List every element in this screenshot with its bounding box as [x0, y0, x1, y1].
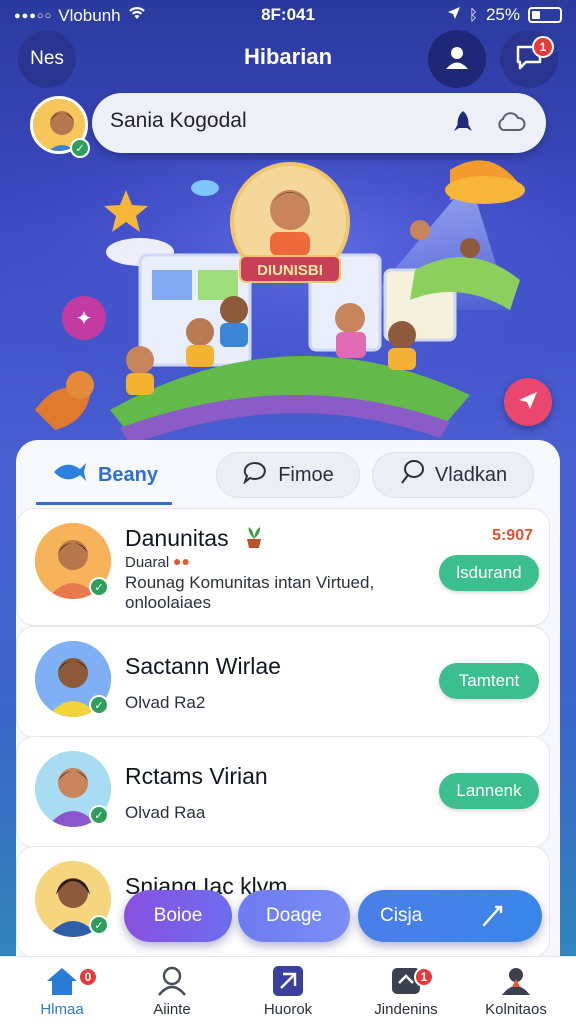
- verified-icon: ✓: [89, 695, 109, 715]
- nav-label: Kolnitaos: [485, 1001, 547, 1018]
- bottom-nav: Hlmaa 0 Aiinte Huorok Jindenins 1 Kolnit…: [0, 956, 576, 1024]
- content-panel: Beany Fimoe Vladkan ✓ Danunitas Duaral ●…: [16, 440, 560, 960]
- speech-bubble-icon: [242, 460, 268, 490]
- user-search-field[interactable]: Sania Kogodal: [92, 93, 546, 153]
- person-icon: [155, 965, 189, 1001]
- list-item[interactable]: ✓ Rctams Virian Olvad Raa Lannenk: [16, 736, 550, 848]
- item-description: Rounag Komunitas intan Virtued,: [125, 573, 375, 592]
- item-title: Danunitas: [125, 525, 229, 551]
- balloon-icon: [399, 459, 425, 491]
- active-tab-indicator: [36, 502, 172, 505]
- plant-icon: [243, 525, 265, 554]
- emoji-icon: ●●: [173, 553, 190, 569]
- nav-badge: 0: [78, 967, 98, 987]
- item-title: Rctams Virian: [125, 763, 268, 789]
- battery-icon: [528, 7, 562, 23]
- list-item[interactable]: ✓ Sactann Wirlae Olvad Ra2 Tamtent: [16, 626, 550, 738]
- action-button[interactable]: Tamtent: [439, 663, 539, 699]
- tab-label: Fimoe: [278, 463, 334, 486]
- verified-icon: ✓: [89, 915, 109, 935]
- boioe-button[interactable]: Boioe: [124, 890, 232, 942]
- nav-label: Huorok: [263, 1001, 313, 1018]
- nav-label: Hlmaa: [40, 1001, 84, 1018]
- home-icon: [44, 965, 80, 1001]
- action-button[interactable]: Lannenk: [439, 773, 539, 809]
- verified-icon: ✓: [70, 138, 90, 158]
- nav-badge: 1: [414, 967, 434, 987]
- page-title: Hibarian: [243, 44, 333, 69]
- item-subtitle: Olvad Ra2: [125, 693, 206, 712]
- nav-notifications[interactable]: Jindenins 1: [356, 965, 456, 1018]
- nav-community[interactable]: Kolnitaos: [466, 965, 566, 1018]
- action-button[interactable]: lsdurand: [439, 555, 539, 591]
- people-icon: [498, 965, 534, 1001]
- star-icon: ✦: [75, 307, 93, 330]
- item-time: 5:907: [492, 527, 533, 544]
- send-fab[interactable]: [504, 378, 552, 426]
- book-icon: [271, 964, 305, 1002]
- cisja-label: Cisja: [380, 905, 423, 926]
- paper-plane-icon: [517, 389, 539, 416]
- nav-label: Jindenins: [374, 1001, 438, 1018]
- tab-label: Beany: [97, 463, 159, 486]
- profile-button[interactable]: [428, 30, 486, 88]
- nav-home[interactable]: Hlmaa 0: [12, 965, 112, 1018]
- nav-label: Aiinte: [153, 1001, 191, 1018]
- search-value: Sania Kogodal: [110, 109, 247, 132]
- battery-percent: 25%: [485, 5, 520, 24]
- cloud-icon[interactable]: [496, 111, 526, 138]
- location-icon: [447, 5, 461, 25]
- tab-label: Vladkan: [434, 463, 508, 486]
- pen-icon: [480, 903, 506, 935]
- tab-fimoe[interactable]: Fimoe: [216, 452, 360, 498]
- hero-star-badge[interactable]: ✦: [62, 296, 106, 340]
- nav-profile[interactable]: Aiinte: [122, 965, 222, 1018]
- verified-icon: ✓: [89, 805, 109, 825]
- item-meta: Duaral: [125, 554, 170, 571]
- cisja-button[interactable]: Cisja: [358, 890, 542, 942]
- tab-vladkan[interactable]: Vladkan: [372, 452, 534, 498]
- item-title: Sactann Wirlae: [125, 653, 281, 679]
- nav-book[interactable]: Huorok: [238, 965, 338, 1018]
- status-bar: ●●●○○ Vlobunh 8F:041 ᛒ 25%: [0, 0, 576, 30]
- rocket-icon[interactable]: [450, 109, 476, 140]
- tab-beany[interactable]: Beany: [40, 452, 170, 498]
- chat-button[interactable]: 1: [500, 30, 558, 88]
- bluetooth-icon: ᛒ: [468, 6, 478, 24]
- chat-badge: 1: [532, 36, 554, 58]
- list-item[interactable]: ✓ Danunitas Duaral ●● Rounag Komunitas i…: [16, 508, 550, 626]
- verified-icon: ✓: [89, 577, 109, 597]
- item-subtitle: Olvad Raa: [125, 803, 206, 822]
- user-icon: [442, 42, 472, 77]
- hero-banner-text: DIUNISBI: [257, 262, 323, 279]
- item-description-2: onloolaiaes: [125, 593, 212, 612]
- fish-icon: [52, 459, 88, 491]
- doage-button[interactable]: Doage: [238, 890, 350, 942]
